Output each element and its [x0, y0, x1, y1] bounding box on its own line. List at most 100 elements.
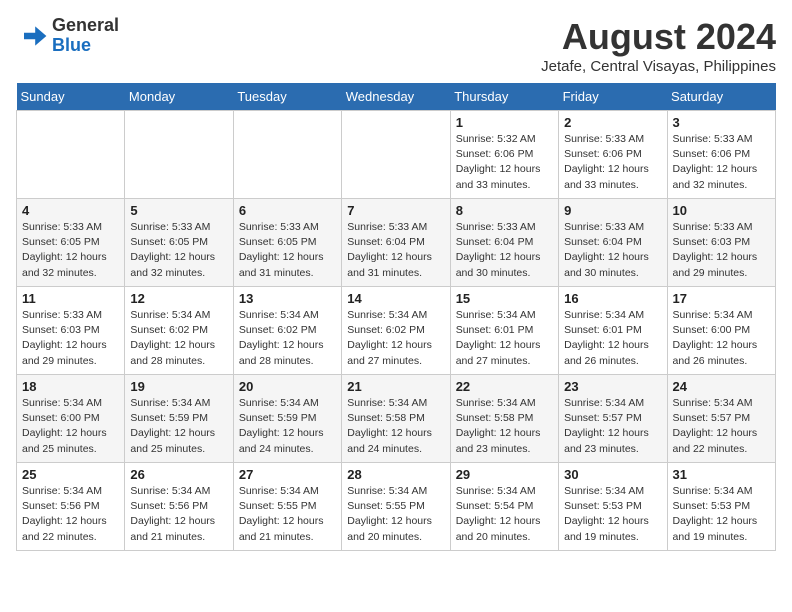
day-info: Sunrise: 5:34 AM Sunset: 6:02 PM Dayligh…: [130, 308, 227, 369]
calendar-cell: 2 Sunrise: 5:33 AM Sunset: 6:06 PM Daylig…: [559, 111, 667, 199]
day-number: 5: [130, 203, 227, 218]
header-row: SundayMondayTuesdayWednesdayThursdayFrid…: [17, 83, 776, 111]
calendar-cell: [125, 111, 233, 199]
day-number: 6: [239, 203, 336, 218]
calendar-cell: 15 Sunrise: 5:34 AM Sunset: 6:01 PM Dayli…: [450, 287, 558, 375]
day-number: 15: [456, 291, 553, 306]
day-number: 10: [673, 203, 770, 218]
day-number: 31: [673, 467, 770, 482]
day-info: Sunrise: 5:33 AM Sunset: 6:05 PM Dayligh…: [22, 220, 119, 281]
calendar-cell: 24Sunrise: 5:34 AM Sunset: 5:57 PM Dayli…: [667, 375, 775, 463]
calendar-cell: 22 Sunrise: 5:34 AM Sunset: 5:58 PM Dayli…: [450, 375, 558, 463]
day-info: Sunrise: 5:33 AM Sunset: 6:06 PM Dayligh…: [564, 132, 661, 193]
calendar-cell: 23 Sunrise: 5:34 AM Sunset: 5:57 PM Dayli…: [559, 375, 667, 463]
calendar-cell: 21 Sunrise: 5:34 AM Sunset: 5:58 PM Dayli…: [342, 375, 450, 463]
day-number: 28: [347, 467, 444, 482]
day-info: Sunrise: 5:34 AM Sunset: 5:57 PM Dayligh…: [564, 396, 661, 457]
logo-text: General Blue: [52, 16, 119, 56]
calendar-table: SundayMondayTuesdayWednesdayThursdayFrid…: [16, 83, 776, 551]
calendar-cell: 7 Sunrise: 5:33 AM Sunset: 6:04 PM Daylig…: [342, 199, 450, 287]
day-info: Sunrise: 5:34 AM Sunset: 6:01 PM Dayligh…: [456, 308, 553, 369]
day-number: 29: [456, 467, 553, 482]
day-info: Sunrise: 5:34 AM Sunset: 5:53 PM Dayligh…: [564, 484, 661, 545]
calendar-header: SundayMondayTuesdayWednesdayThursdayFrid…: [17, 83, 776, 111]
day-info: Sunrise: 5:33 AM Sunset: 6:05 PM Dayligh…: [130, 220, 227, 281]
calendar-cell: 1 Sunrise: 5:32 AM Sunset: 6:06 PM Daylig…: [450, 111, 558, 199]
title-block: August 2024 Jetafe, Central Visayas, Phi…: [541, 16, 776, 75]
day-info: Sunrise: 5:33 AM Sunset: 6:04 PM Dayligh…: [347, 220, 444, 281]
day-info: Sunrise: 5:33 AM Sunset: 6:03 PM Dayligh…: [22, 308, 119, 369]
day-info: Sunrise: 5:33 AM Sunset: 6:04 PM Dayligh…: [456, 220, 553, 281]
day-number: 9: [564, 203, 661, 218]
header-day-monday: Monday: [125, 83, 233, 111]
calendar-cell: 4 Sunrise: 5:33 AM Sunset: 6:05 PM Daylig…: [17, 199, 125, 287]
day-number: 18: [22, 379, 119, 394]
day-info: Sunrise: 5:34 AM Sunset: 5:58 PM Dayligh…: [347, 396, 444, 457]
calendar-cell: 19Sunrise: 5:34 AM Sunset: 5:59 PM Dayli…: [125, 375, 233, 463]
week-row-3: 11Sunrise: 5:33 AM Sunset: 6:03 PM Dayli…: [17, 287, 776, 375]
header-day-sunday: Sunday: [17, 83, 125, 111]
day-info: Sunrise: 5:34 AM Sunset: 5:55 PM Dayligh…: [239, 484, 336, 545]
day-info: Sunrise: 5:34 AM Sunset: 6:00 PM Dayligh…: [673, 308, 770, 369]
day-number: 16: [564, 291, 661, 306]
header-day-thursday: Thursday: [450, 83, 558, 111]
day-number: 17: [673, 291, 770, 306]
calendar-cell: 25Sunrise: 5:34 AM Sunset: 5:56 PM Dayli…: [17, 463, 125, 551]
day-info: Sunrise: 5:34 AM Sunset: 5:54 PM Dayligh…: [456, 484, 553, 545]
day-info: Sunrise: 5:34 AM Sunset: 5:56 PM Dayligh…: [130, 484, 227, 545]
calendar-cell: 12 Sunrise: 5:34 AM Sunset: 6:02 PM Dayli…: [125, 287, 233, 375]
week-row-1: 1 Sunrise: 5:32 AM Sunset: 6:06 PM Daylig…: [17, 111, 776, 199]
day-number: 8: [456, 203, 553, 218]
day-info: Sunrise: 5:34 AM Sunset: 5:58 PM Dayligh…: [456, 396, 553, 457]
calendar-cell: 31 Sunrise: 5:34 AM Sunset: 5:53 PM Dayli…: [667, 463, 775, 551]
calendar-cell: 30Sunrise: 5:34 AM Sunset: 5:53 PM Dayli…: [559, 463, 667, 551]
day-number: 1: [456, 115, 553, 130]
calendar-cell: 13 Sunrise: 5:34 AM Sunset: 6:02 PM Dayli…: [233, 287, 341, 375]
header-day-saturday: Saturday: [667, 83, 775, 111]
day-number: 19: [130, 379, 227, 394]
day-number: 25: [22, 467, 119, 482]
calendar-body: 1 Sunrise: 5:32 AM Sunset: 6:06 PM Daylig…: [17, 111, 776, 551]
calendar-cell: 8 Sunrise: 5:33 AM Sunset: 6:04 PM Daylig…: [450, 199, 558, 287]
day-info: Sunrise: 5:32 AM Sunset: 6:06 PM Dayligh…: [456, 132, 553, 193]
day-info: Sunrise: 5:34 AM Sunset: 6:00 PM Dayligh…: [22, 396, 119, 457]
day-info: Sunrise: 5:34 AM Sunset: 6:02 PM Dayligh…: [347, 308, 444, 369]
location: Jetafe, Central Visayas, Philippines: [541, 58, 776, 75]
day-info: Sunrise: 5:34 AM Sunset: 6:01 PM Dayligh…: [564, 308, 661, 369]
day-info: Sunrise: 5:34 AM Sunset: 5:55 PM Dayligh…: [347, 484, 444, 545]
page-header: General Blue August 2024 Jetafe, Central…: [16, 16, 776, 75]
calendar-cell: 18 Sunrise: 5:34 AM Sunset: 6:00 PM Dayli…: [17, 375, 125, 463]
day-number: 21: [347, 379, 444, 394]
day-info: Sunrise: 5:34 AM Sunset: 6:02 PM Dayligh…: [239, 308, 336, 369]
header-day-tuesday: Tuesday: [233, 83, 341, 111]
header-day-wednesday: Wednesday: [342, 83, 450, 111]
day-info: Sunrise: 5:34 AM Sunset: 5:59 PM Dayligh…: [239, 396, 336, 457]
day-number: 22: [456, 379, 553, 394]
day-number: 7: [347, 203, 444, 218]
calendar-cell: 5 Sunrise: 5:33 AM Sunset: 6:05 PM Daylig…: [125, 199, 233, 287]
day-number: 2: [564, 115, 661, 130]
logo-icon: [16, 20, 48, 52]
day-info: Sunrise: 5:34 AM Sunset: 5:57 PM Dayligh…: [673, 396, 770, 457]
calendar-cell: 28 Sunrise: 5:34 AM Sunset: 5:55 PM Dayli…: [342, 463, 450, 551]
day-number: 23: [564, 379, 661, 394]
week-row-2: 4 Sunrise: 5:33 AM Sunset: 6:05 PM Daylig…: [17, 199, 776, 287]
calendar-cell: 11Sunrise: 5:33 AM Sunset: 6:03 PM Dayli…: [17, 287, 125, 375]
day-number: 14: [347, 291, 444, 306]
logo: General Blue: [16, 16, 119, 56]
calendar-cell: 17 Sunrise: 5:34 AM Sunset: 6:00 PM Dayli…: [667, 287, 775, 375]
calendar-cell: [342, 111, 450, 199]
month-year: August 2024: [541, 16, 776, 58]
day-info: Sunrise: 5:33 AM Sunset: 6:04 PM Dayligh…: [564, 220, 661, 281]
calendar-cell: 9 Sunrise: 5:33 AM Sunset: 6:04 PM Daylig…: [559, 199, 667, 287]
day-number: 13: [239, 291, 336, 306]
day-number: 20: [239, 379, 336, 394]
calendar-cell: 27Sunrise: 5:34 AM Sunset: 5:55 PM Dayli…: [233, 463, 341, 551]
day-number: 12: [130, 291, 227, 306]
day-info: Sunrise: 5:34 AM Sunset: 5:53 PM Dayligh…: [673, 484, 770, 545]
day-number: 3: [673, 115, 770, 130]
day-number: 4: [22, 203, 119, 218]
day-info: Sunrise: 5:33 AM Sunset: 6:05 PM Dayligh…: [239, 220, 336, 281]
calendar-cell: 29 Sunrise: 5:34 AM Sunset: 5:54 PM Dayli…: [450, 463, 558, 551]
calendar-cell: [17, 111, 125, 199]
